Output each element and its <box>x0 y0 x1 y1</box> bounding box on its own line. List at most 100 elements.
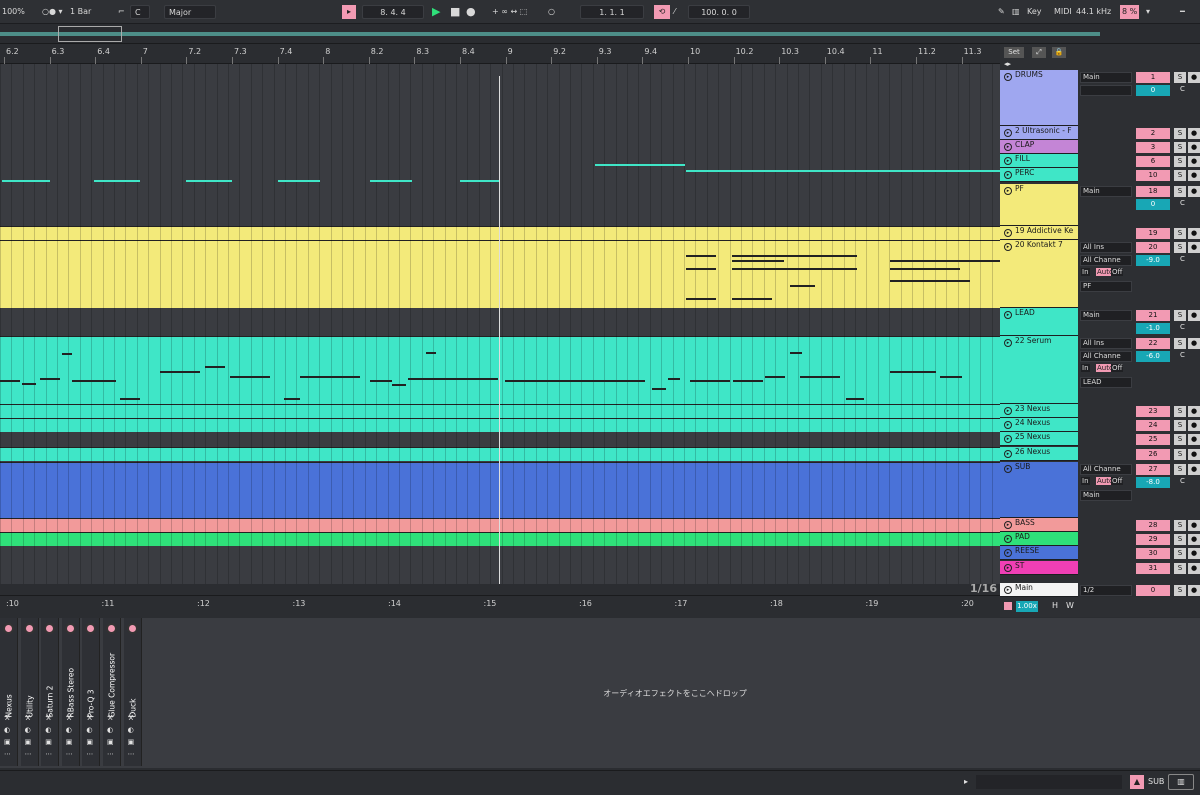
arm-button[interactable]: ● <box>1188 420 1200 431</box>
input-channel[interactable]: All Channe <box>1080 351 1132 362</box>
track-volume[interactable]: -1.0 <box>1136 323 1170 334</box>
arm-button[interactable]: ● <box>1188 228 1200 239</box>
lock-icon[interactable]: 🔒 <box>1052 47 1066 58</box>
input-routing[interactable]: Main <box>1080 310 1132 321</box>
track-pan[interactable]: C <box>1180 323 1185 331</box>
input-channel[interactable]: All Channe <box>1080 255 1132 266</box>
output-routing[interactable]: PF <box>1080 281 1132 292</box>
song-position[interactable]: 8. 4. 4 <box>362 5 424 19</box>
solo-button[interactable]: S <box>1174 434 1186 445</box>
track-fold-icon[interactable]: ▸ <box>1004 187 1012 195</box>
device-power-icon[interactable] <box>3 623 14 634</box>
arm-button[interactable]: ● <box>1188 406 1200 417</box>
clip-lane[interactable] <box>0 447 1000 461</box>
arm-button[interactable]: ● <box>1188 142 1200 153</box>
track-fold-icon[interactable]: ▸ <box>1004 521 1012 529</box>
track-volume[interactable]: 0 <box>1136 199 1170 210</box>
overview-viewport[interactable] <box>58 26 122 42</box>
solo-button[interactable]: S <box>1174 242 1186 253</box>
wrench-icon[interactable]: ⚒ <box>25 714 31 722</box>
menu-icon[interactable]: ⋯ <box>107 750 114 758</box>
monitor-in-button[interactable]: In <box>1081 268 1090 276</box>
arm-button[interactable]: ● <box>1188 338 1200 349</box>
monitor-off-button[interactable]: Off <box>1111 268 1124 276</box>
track-number[interactable]: 21 <box>1136 310 1170 321</box>
monitor-off-button[interactable]: Off <box>1111 364 1124 372</box>
track-number[interactable]: 3 <box>1136 142 1170 153</box>
record-icon[interactable]: ● <box>466 5 476 19</box>
solo-button[interactable]: S <box>1174 156 1186 167</box>
track-header-26-nexus[interactable]: ▸ 26 Nexus <box>1000 447 1078 461</box>
track-pan[interactable]: C <box>1180 85 1185 93</box>
key-select[interactable]: C <box>130 5 150 19</box>
zoom-value[interactable]: 100% <box>2 5 25 19</box>
device-power-icon[interactable] <box>23 623 35 634</box>
track-number[interactable]: 2 <box>1136 128 1170 139</box>
track-header-main[interactable]: ▸ Main <box>1000 583 1078 597</box>
arrangement-overview[interactable] <box>0 24 1200 44</box>
track-number[interactable]: 0 <box>1136 585 1170 596</box>
loop-icon[interactable]: ⟲ <box>654 5 670 19</box>
input-routing[interactable]: All Ins <box>1080 242 1132 253</box>
device-glue-compressor[interactable]: Glue Compressor ⚒ ◐ ▣ ⋯ <box>103 618 121 766</box>
track-fold-icon[interactable]: ▸ <box>1004 450 1012 458</box>
arrangement-view[interactable] <box>0 64 1000 584</box>
midi-keyboard-icon[interactable]: ▥ <box>1168 774 1194 790</box>
warning-icon[interactable]: ▲ <box>1130 775 1144 789</box>
track-fold-icon[interactable]: ▸ <box>1004 171 1012 179</box>
cpu-menu-icon[interactable]: ▾ <box>1146 5 1150 19</box>
track-number[interactable]: 19 <box>1136 228 1170 239</box>
device-power-icon[interactable] <box>64 623 76 634</box>
clip-lane[interactable] <box>0 532 1000 546</box>
edit-icon[interactable]: ◐ <box>4 726 10 734</box>
track-fold-icon[interactable]: ▸ <box>1004 339 1012 347</box>
arm-button[interactable]: ● <box>1188 563 1200 574</box>
menu-icon[interactable]: ⋯ <box>66 750 73 758</box>
solo-button[interactable]: S <box>1174 338 1186 349</box>
save-icon[interactable]: ▣ <box>128 738 135 746</box>
clip-lane[interactable] <box>0 336 1000 404</box>
track-pan[interactable]: C <box>1180 199 1185 207</box>
follow-toggle[interactable]: ○● ▾ <box>42 5 63 19</box>
quantize-select[interactable]: 1 Bar <box>70 5 91 19</box>
device-power-icon[interactable] <box>106 623 117 634</box>
track-fold-icon[interactable]: ▸ <box>1004 229 1012 237</box>
loop-length[interactable]: 100. 0. 0 <box>688 5 750 19</box>
expand-detail-icon[interactable]: ▸ <box>964 777 968 786</box>
track-fold-icon[interactable]: ▸ <box>1004 564 1012 572</box>
output-routing[interactable]: Main <box>1080 490 1132 501</box>
track-header-pf[interactable]: ▸ PF <box>1000 184 1078 226</box>
wrench-icon[interactable]: ⚒ <box>107 714 113 722</box>
track-header-2-ultrasonic-f[interactable]: ▸ 2 Ultrasonic - F <box>1000 126 1078 140</box>
solo-button[interactable]: S <box>1174 170 1186 181</box>
draw-mode-icon[interactable]: ⁄ <box>674 5 675 19</box>
arm-button[interactable]: ● <box>1188 434 1200 445</box>
solo-button[interactable]: S <box>1174 563 1186 574</box>
clip-lane[interactable] <box>0 418 1000 432</box>
input-routing[interactable]: All Ins <box>1080 338 1132 349</box>
device-pro-q-3[interactable]: Pro-Q 3 ⚒ ◐ ▣ ⋯ <box>82 618 101 766</box>
track-header-reese[interactable]: ▸ REESE <box>1000 546 1078 560</box>
stop-icon[interactable]: ■ <box>450 5 460 19</box>
solo-button[interactable]: S <box>1174 534 1186 545</box>
keyboard-icon[interactable]: ▥ <box>1012 5 1020 19</box>
arm-button[interactable]: ● <box>1188 310 1200 321</box>
wrench-icon[interactable]: ⚒ <box>86 714 92 722</box>
device-power-icon[interactable] <box>85 623 97 634</box>
edit-icon[interactable]: ◐ <box>128 726 134 734</box>
menu-icon[interactable]: ⋯ <box>45 750 52 758</box>
device-rbass-stereo[interactable]: RBass Stereo ⚒ ◐ ▣ ⋯ <box>61 618 80 766</box>
save-icon[interactable]: ▣ <box>4 738 11 746</box>
save-icon[interactable]: ▣ <box>86 738 93 746</box>
track-number[interactable]: 25 <box>1136 434 1170 445</box>
track-number[interactable]: 31 <box>1136 563 1170 574</box>
track-header-23-nexus[interactable]: ▸ 23 Nexus <box>1000 404 1078 418</box>
solo-button[interactable]: S <box>1174 585 1186 596</box>
device-power-icon[interactable] <box>44 623 56 634</box>
clip-lane[interactable] <box>0 518 1000 532</box>
solo-button[interactable]: S <box>1174 406 1186 417</box>
track-header-20-kontakt-7[interactable]: ▸ 20 Kontakt 7 <box>1000 240 1078 308</box>
device-duck[interactable]: Duck ⚒ ◐ ▣ ⋯ <box>123 618 142 766</box>
set-button[interactable]: Set <box>1004 47 1024 58</box>
track-fold-icon[interactable]: ▸ <box>1004 435 1012 443</box>
